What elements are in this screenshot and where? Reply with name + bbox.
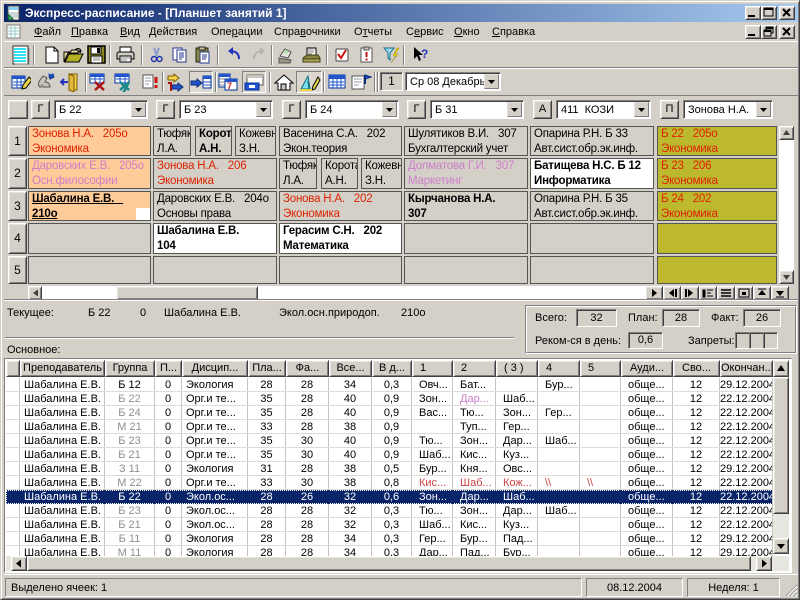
svg-text:?: ?: [421, 47, 428, 61]
svg-text:7: 7: [227, 81, 232, 91]
